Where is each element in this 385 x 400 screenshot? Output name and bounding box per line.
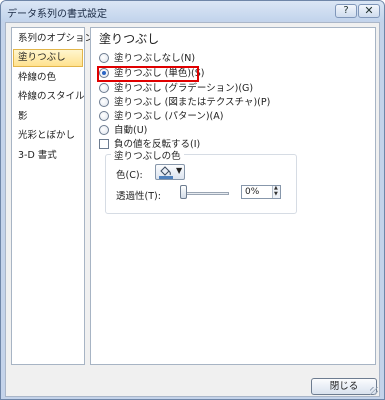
transparency-slider-thumb[interactable] xyxy=(180,185,187,199)
spin-buttons[interactable]: ▲ ▼ xyxy=(272,186,280,198)
transparency-value[interactable]: 0% xyxy=(245,187,259,197)
red-highlight-box xyxy=(97,66,199,82)
sidebar-item-series-options[interactable]: 系列のオプション xyxy=(13,30,94,48)
radio-indicator[interactable] xyxy=(99,83,109,93)
radio-label: 塗りつぶし (グラデーション)(G) xyxy=(114,83,254,94)
close-button[interactable]: 閉じる xyxy=(311,378,377,395)
window-title: データ系列の書式設定 xyxy=(7,9,107,20)
radio-label: 塗りつぶしなし(N) xyxy=(114,53,196,64)
transparency-spinbox[interactable]: 0% ▲ ▼ xyxy=(241,185,281,199)
fill-color-group-title: 塗りつぶしの色 xyxy=(111,148,184,162)
transparency-label: 透過性(T): xyxy=(116,191,161,202)
paint-bucket-icon xyxy=(159,166,173,179)
sidebar-item-shadow[interactable]: 影 xyxy=(13,108,83,126)
chevron-down-icon: ▼ xyxy=(176,166,183,175)
sidebar-item-fill[interactable]: 塗りつぶし xyxy=(13,49,83,67)
dialog-body: 系列のオプション 塗りつぶし 枠線の色 枠線のスタイル 影 光彩とぼかし 3-D… xyxy=(5,22,380,397)
resize-grip-icon[interactable] xyxy=(370,387,378,395)
radio-label: 塗りつぶし (パターン)(A) xyxy=(114,111,224,122)
fill-color-group xyxy=(105,154,297,214)
radio-indicator[interactable] xyxy=(99,125,109,135)
radio-indicator[interactable] xyxy=(99,53,109,63)
radio-indicator[interactable] xyxy=(99,111,109,121)
panel-title: 塗りつぶし xyxy=(99,32,160,46)
radio-label: 塗りつぶし (図またはテクスチャ)(P) xyxy=(114,97,271,108)
sidebar-item-glow-soft-edges[interactable]: 光彩とぼかし xyxy=(13,127,83,145)
help-button[interactable]: ? xyxy=(335,4,357,18)
dialog-window: データ系列の書式設定 ? ✕ 系列のオプション 塗りつぶし 枠線の色 枠線のスタ… xyxy=(0,0,385,400)
color-label: 色(C): xyxy=(116,170,143,181)
sidebar-item-border-style[interactable]: 枠線のスタイル xyxy=(13,88,85,106)
title-bar[interactable]: データ系列の書式設定 ? ✕ xyxy=(1,1,384,21)
category-sidebar: 系列のオプション 塗りつぶし 枠線の色 枠線のスタイル 影 光彩とぼかし 3-D… xyxy=(11,27,94,365)
transparency-slider-track[interactable] xyxy=(183,192,229,195)
close-icon[interactable]: ✕ xyxy=(358,4,380,18)
checkbox-indicator[interactable] xyxy=(99,139,109,149)
spin-down-icon[interactable]: ▼ xyxy=(274,192,278,197)
radio-indicator[interactable] xyxy=(99,97,109,107)
fill-panel: 塗りつぶし 塗りつぶしなし(N) 塗りつぶし (単色)(S) 塗りつぶし (グラ… xyxy=(90,27,376,365)
fill-color-picker-button[interactable]: ▼ xyxy=(155,164,185,180)
sidebar-item-border-color[interactable]: 枠線の色 xyxy=(13,69,83,87)
sidebar-item-3d-format[interactable]: 3-D 書式 xyxy=(13,147,83,165)
radio-label: 自動(U) xyxy=(114,125,148,136)
